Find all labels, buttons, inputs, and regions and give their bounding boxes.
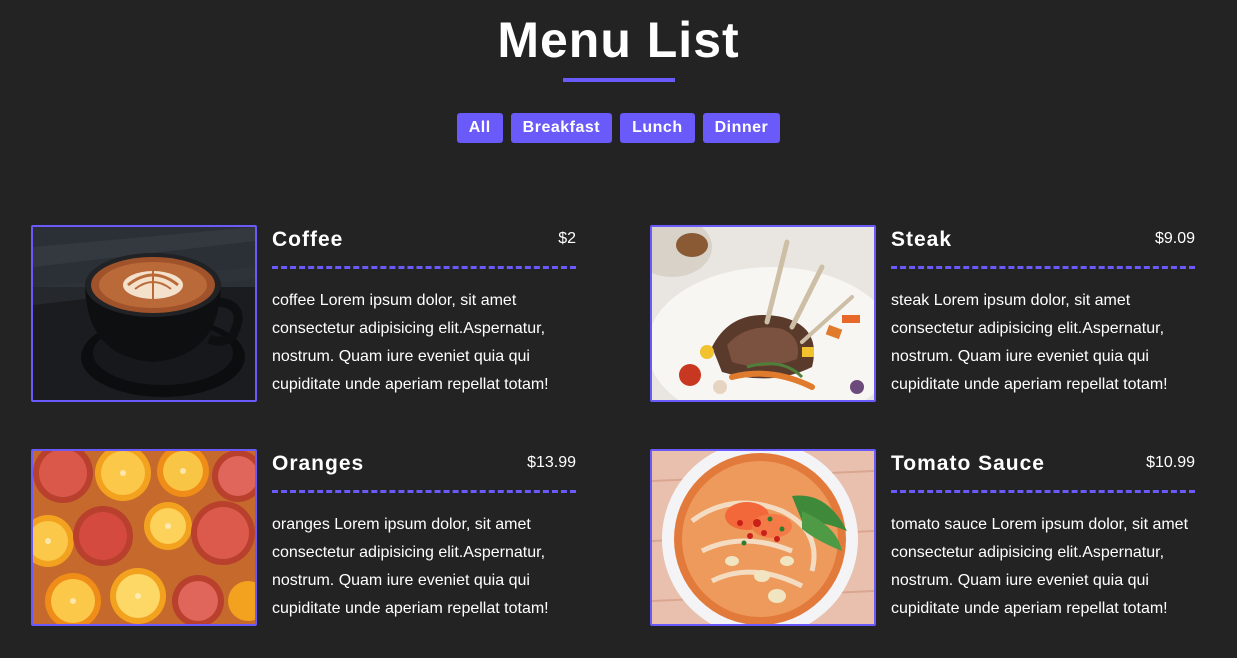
menu-item-oranges: Oranges $13.99 oranges Lorem ipsum dolor… xyxy=(31,449,576,626)
item-price: $9.09 xyxy=(1154,230,1195,247)
oranges-image xyxy=(31,449,257,626)
item-name: Tomato Sauce xyxy=(891,452,1045,475)
filter-dinner-button[interactable]: Dinner xyxy=(702,113,781,143)
item-name: Coffee xyxy=(272,228,344,251)
item-price: $2 xyxy=(558,230,576,247)
filter-lunch-button[interactable]: Lunch xyxy=(620,113,695,143)
menu-grid: Coffee $2 coffee Lorem ipsum dolor, sit … xyxy=(31,225,1206,626)
tomato-sauce-image xyxy=(650,449,876,626)
item-info: Oranges $13.99 oranges Lorem ipsum dolor… xyxy=(272,449,576,625)
item-name: Steak xyxy=(891,228,953,251)
coffee-image xyxy=(31,225,257,402)
item-description: coffee Lorem ipsum dolor, sit amet conse… xyxy=(272,292,549,393)
item-name: Oranges xyxy=(272,452,365,475)
filter-all-button[interactable]: All xyxy=(456,113,503,143)
steak-image xyxy=(650,225,876,402)
item-header: Oranges $13.99 xyxy=(272,449,576,493)
item-price: $13.99 xyxy=(527,454,576,471)
item-description: oranges Lorem ipsum dolor, sit amet cons… xyxy=(272,516,549,617)
item-header: Tomato Sauce $10.99 xyxy=(891,449,1195,493)
menu-item-steak: Steak $9.09 steak Lorem ipsum dolor, sit… xyxy=(650,225,1195,402)
item-price: $10.99 xyxy=(1146,454,1195,471)
item-info: Tomato Sauce $10.99 tomato sauce Lorem i… xyxy=(891,449,1195,625)
item-header: Coffee $2 xyxy=(272,225,576,269)
menu-item-tomato-sauce: Tomato Sauce $10.99 tomato sauce Lorem i… xyxy=(650,449,1195,626)
item-description: tomato sauce Lorem ipsum dolor, sit amet… xyxy=(891,516,1189,617)
menu-page: Menu List All Breakfast Lunch Dinner Cof… xyxy=(0,0,1237,658)
header: Menu List xyxy=(0,0,1237,82)
filter-bar: All Breakfast Lunch Dinner xyxy=(0,113,1237,143)
item-header: Steak $9.09 xyxy=(891,225,1195,269)
page-title: Menu List xyxy=(497,12,740,68)
menu-item-coffee: Coffee $2 coffee Lorem ipsum dolor, sit … xyxy=(31,225,576,402)
item-info: Coffee $2 coffee Lorem ipsum dolor, sit … xyxy=(272,225,576,401)
title-underline xyxy=(562,78,675,82)
item-description: steak Lorem ipsum dolor, sit amet consec… xyxy=(891,292,1168,393)
filter-breakfast-button[interactable]: Breakfast xyxy=(510,113,613,143)
item-info: Steak $9.09 steak Lorem ipsum dolor, sit… xyxy=(891,225,1195,401)
